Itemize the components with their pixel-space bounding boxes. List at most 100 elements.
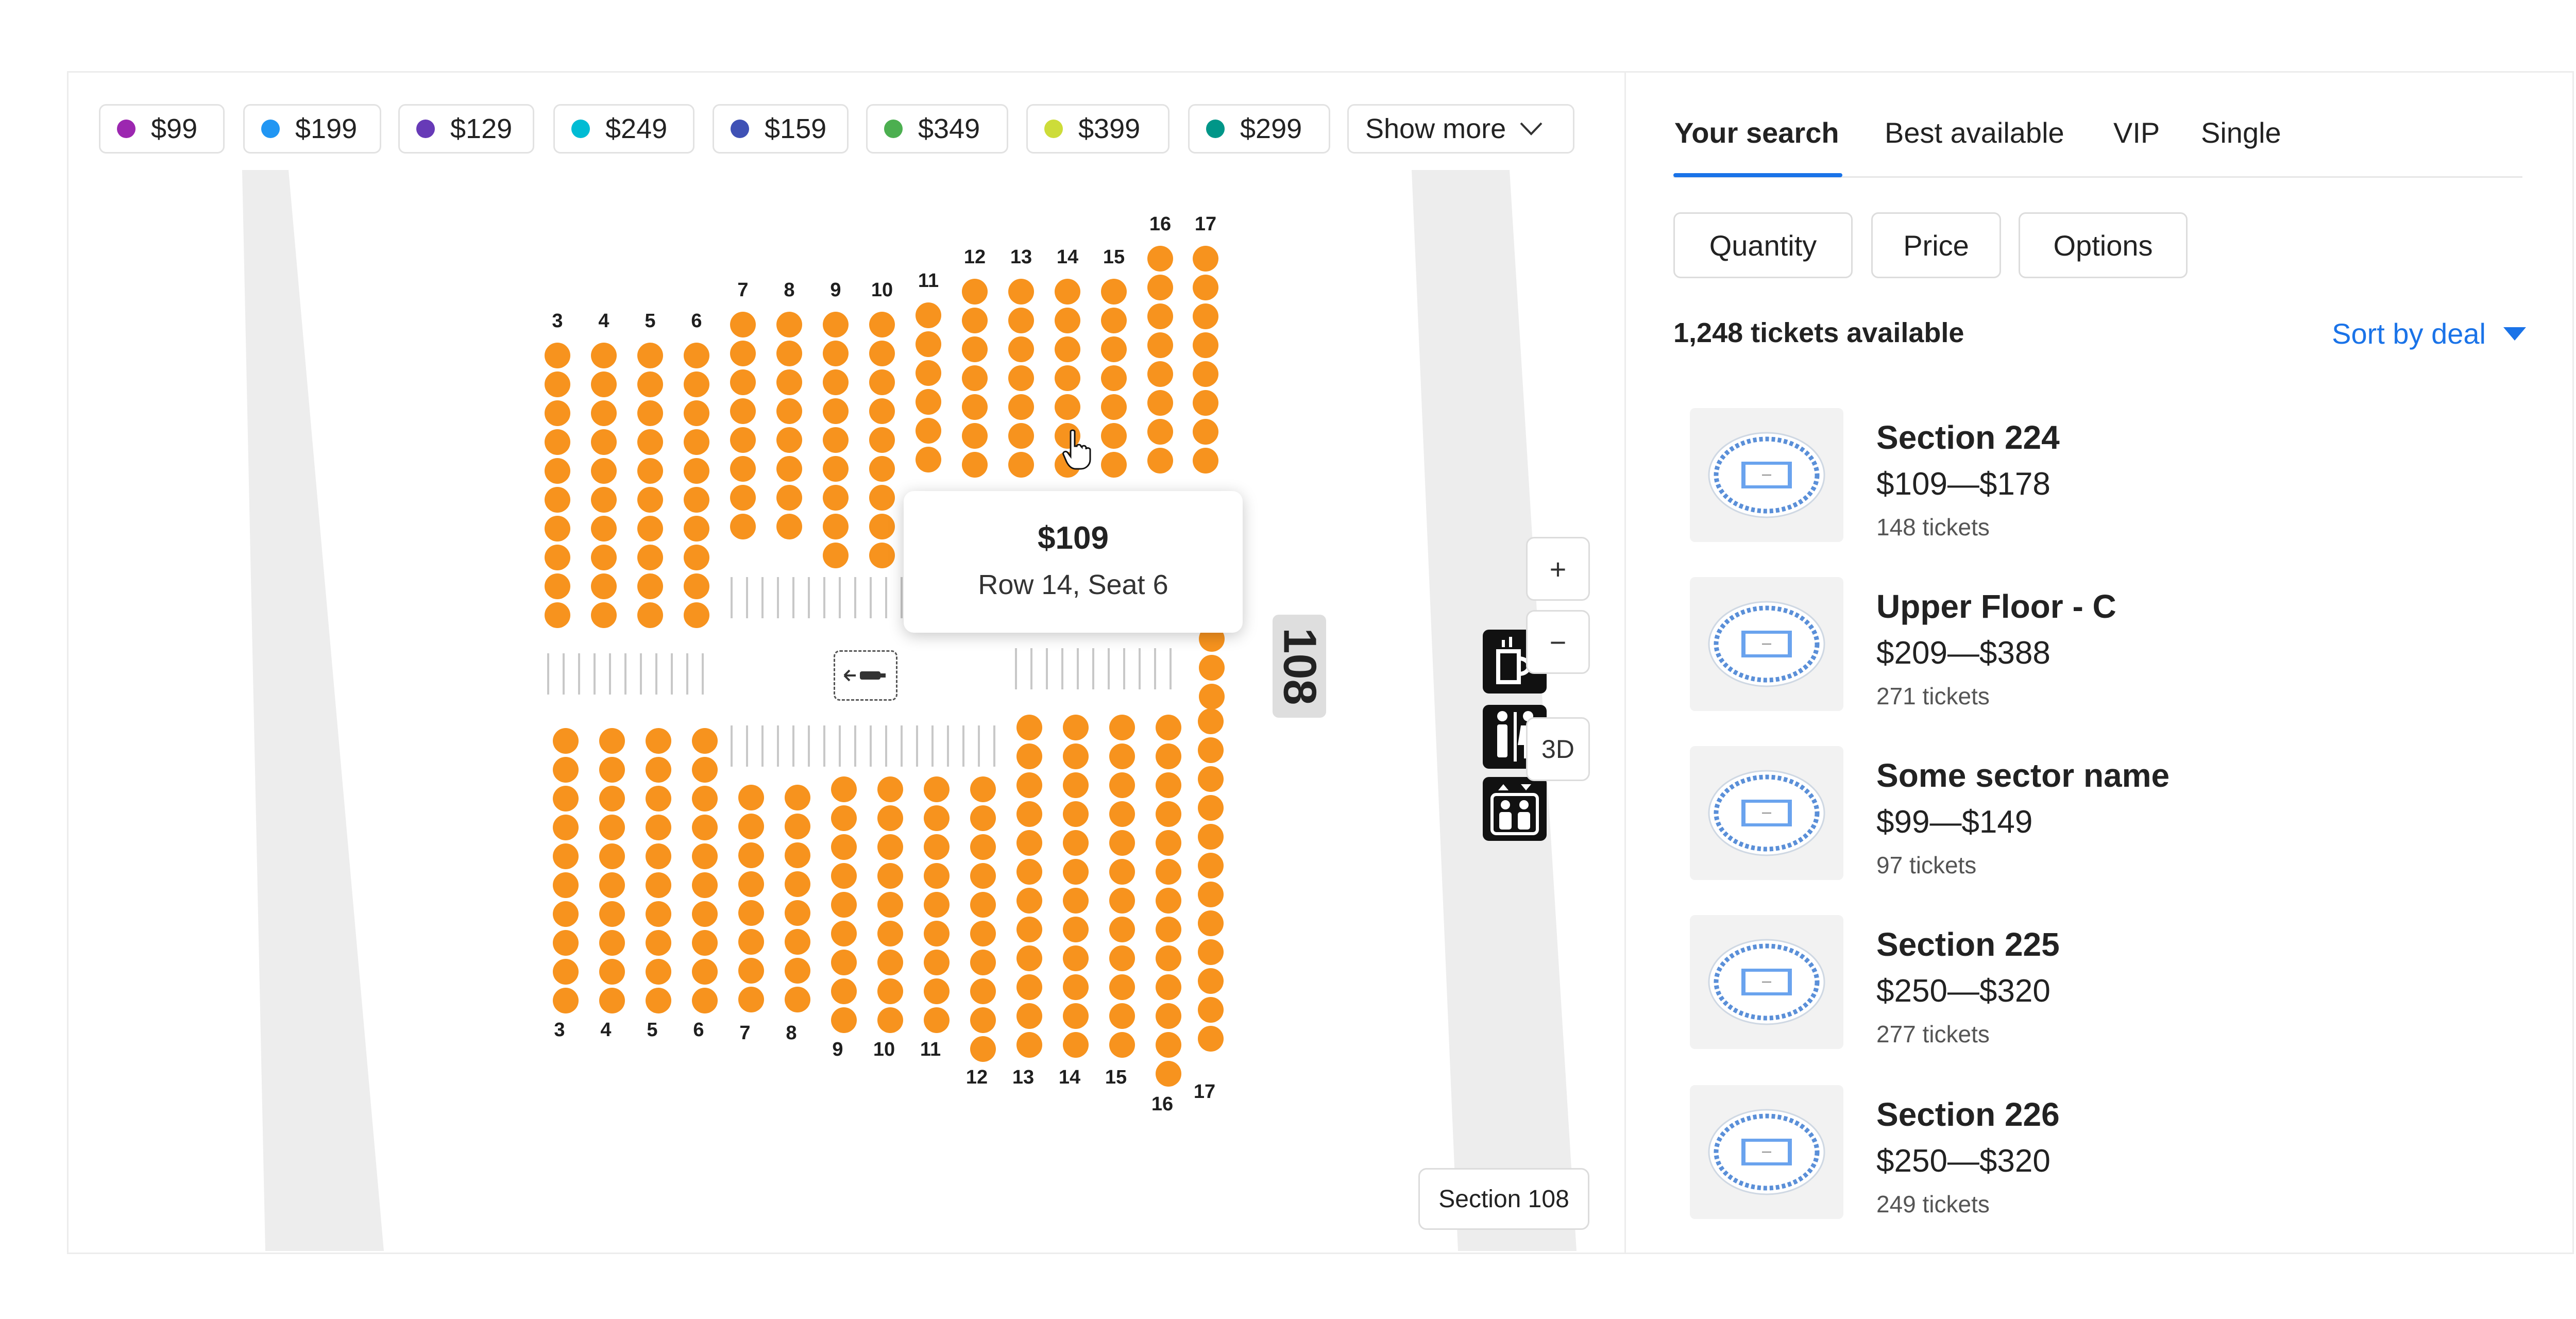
- seat[interactable]: [1109, 1003, 1135, 1029]
- seat[interactable]: [545, 458, 570, 484]
- seat[interactable]: [1156, 859, 1181, 885]
- seat[interactable]: [1156, 1032, 1181, 1058]
- seat[interactable]: [1008, 308, 1034, 333]
- seat[interactable]: [877, 921, 903, 946]
- seat[interactable]: [869, 398, 895, 424]
- seat[interactable]: [1101, 336, 1127, 362]
- seat[interactable]: [738, 842, 764, 868]
- seat[interactable]: [823, 369, 849, 395]
- seat[interactable]: [1063, 1032, 1089, 1058]
- seat[interactable]: [1109, 1032, 1135, 1058]
- seat[interactable]: [684, 573, 709, 599]
- seat[interactable]: [692, 843, 718, 869]
- seat[interactable]: [591, 458, 617, 484]
- seat[interactable]: [1063, 772, 1089, 798]
- seat[interactable]: [599, 728, 625, 754]
- seat[interactable]: [692, 930, 718, 956]
- seat[interactable]: [962, 336, 988, 362]
- seat[interactable]: [916, 302, 941, 328]
- seat[interactable]: [730, 369, 756, 395]
- price-chip[interactable]: $349: [866, 104, 1008, 154]
- seat[interactable]: [730, 427, 756, 453]
- seat[interactable]: [1055, 336, 1080, 362]
- seat[interactable]: [1109, 715, 1135, 740]
- seat[interactable]: [962, 452, 988, 478]
- seat[interactable]: [553, 959, 579, 985]
- seat[interactable]: [684, 602, 709, 628]
- tab-single[interactable]: Single: [2201, 116, 2281, 149]
- seat[interactable]: [730, 312, 756, 337]
- seat[interactable]: [877, 863, 903, 889]
- seat[interactable]: [599, 930, 625, 956]
- seat[interactable]: [831, 834, 857, 860]
- seat[interactable]: [1101, 394, 1127, 420]
- seat[interactable]: [1055, 279, 1080, 305]
- seat[interactable]: [869, 514, 895, 539]
- seat[interactable]: [869, 369, 895, 395]
- seat[interactable]: [869, 341, 895, 366]
- seat[interactable]: [591, 429, 617, 455]
- seat[interactable]: [545, 516, 570, 542]
- seat[interactable]: [877, 892, 903, 918]
- seat[interactable]: [916, 418, 941, 444]
- seat[interactable]: [916, 447, 941, 472]
- seat[interactable]: [1101, 365, 1127, 391]
- seat[interactable]: [924, 805, 950, 831]
- seat[interactable]: [1109, 974, 1135, 1000]
- seat[interactable]: [877, 834, 903, 860]
- seat[interactable]: [1109, 859, 1135, 885]
- seat[interactable]: [1198, 968, 1224, 994]
- listing-item[interactable]: Some sector name $99—$149 97 tickets: [1690, 746, 2566, 880]
- seat[interactable]: [924, 1007, 950, 1033]
- seat[interactable]: [1198, 997, 1224, 1023]
- seat[interactable]: [785, 929, 810, 955]
- seat[interactable]: [684, 429, 709, 455]
- seat[interactable]: [646, 728, 671, 754]
- seat[interactable]: [776, 427, 802, 453]
- seat[interactable]: [831, 978, 857, 1004]
- seat[interactable]: [1063, 945, 1089, 971]
- seat[interactable]: [1016, 715, 1042, 740]
- seat[interactable]: [599, 988, 625, 1013]
- seat[interactable]: [1193, 361, 1218, 387]
- seat[interactable]: [831, 921, 857, 946]
- price-chip[interactable]: $249: [553, 104, 694, 154]
- seat[interactable]: [924, 863, 950, 889]
- seat[interactable]: [776, 341, 802, 366]
- seat[interactable]: [730, 398, 756, 424]
- seat[interactable]: [823, 485, 849, 511]
- seat[interactable]: [1198, 708, 1224, 734]
- seat[interactable]: [1063, 743, 1089, 769]
- seat[interactable]: [924, 776, 950, 802]
- seat[interactable]: [1156, 1061, 1181, 1087]
- seat[interactable]: [1156, 1003, 1181, 1029]
- seat[interactable]: [646, 988, 671, 1013]
- seat[interactable]: [591, 343, 617, 368]
- seat[interactable]: [545, 371, 570, 397]
- seat[interactable]: [1063, 801, 1089, 827]
- seat[interactable]: [776, 369, 802, 395]
- seat[interactable]: [1063, 974, 1089, 1000]
- seat[interactable]: [692, 959, 718, 985]
- seat[interactable]: [1008, 279, 1034, 305]
- seat[interactable]: [785, 871, 810, 897]
- seat[interactable]: [1008, 452, 1034, 478]
- price-chip[interactable]: $159: [713, 104, 849, 154]
- seat[interactable]: [738, 900, 764, 926]
- price-chip[interactable]: $299: [1188, 104, 1330, 154]
- seat[interactable]: [776, 514, 802, 539]
- seat[interactable]: [1016, 945, 1042, 971]
- seat[interactable]: [553, 930, 579, 956]
- seat[interactable]: [1147, 419, 1173, 445]
- seat[interactable]: [738, 871, 764, 897]
- seat[interactable]: [730, 485, 756, 511]
- seat[interactable]: [1055, 394, 1080, 420]
- seat[interactable]: [1156, 974, 1181, 1000]
- seat[interactable]: [637, 429, 663, 455]
- seat[interactable]: [823, 341, 849, 366]
- price-chip[interactable]: $99: [99, 104, 225, 154]
- seat[interactable]: [916, 331, 941, 357]
- seat[interactable]: [684, 458, 709, 484]
- seat[interactable]: [591, 487, 617, 513]
- seat[interactable]: [637, 545, 663, 570]
